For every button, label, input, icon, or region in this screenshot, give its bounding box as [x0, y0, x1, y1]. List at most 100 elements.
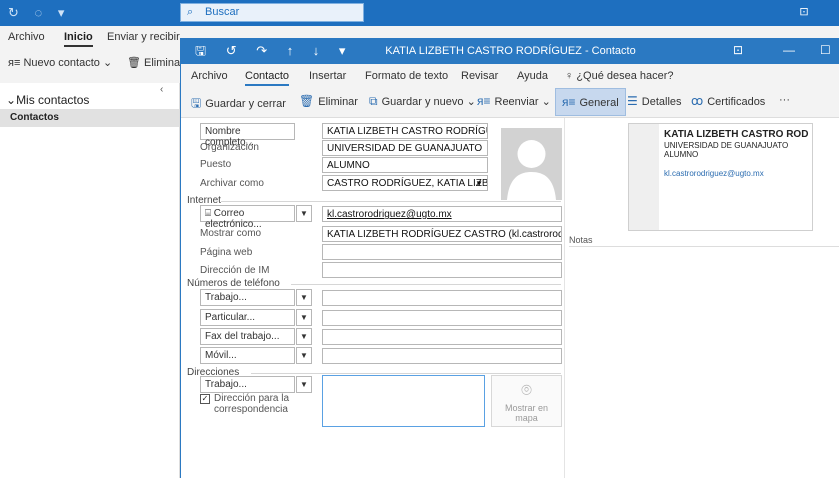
- phone-home-button[interactable]: Particular...: [200, 309, 295, 326]
- tab-contacto[interactable]: Contacto: [245, 70, 290, 86]
- file-as-dropdown[interactable]: CASTRO RODRÍGUEZ, KATIA LIZBETH▼: [322, 175, 488, 191]
- minimize-icon[interactable]: —: [783, 43, 795, 57]
- certificates-button[interactable]: ꝏ Certificados: [691, 94, 765, 108]
- details-icon: ☰: [627, 94, 638, 108]
- organization-field[interactable]: UNIVERSIDAD DE GUANAJUATO: [322, 140, 488, 156]
- job-title-field[interactable]: ALUMNO: [322, 157, 488, 173]
- phone-work-field[interactable]: [322, 290, 562, 306]
- ribbon-display-icon[interactable]: ⊡: [733, 43, 743, 57]
- lightbulb-icon: ♀: [565, 70, 577, 82]
- web-page-field[interactable]: [322, 244, 562, 260]
- certificate-icon: ꝏ: [691, 94, 704, 108]
- save-icon: 🖫: [191, 96, 202, 110]
- section-divider: [291, 284, 561, 285]
- more-commands-button[interactable]: ···: [779, 94, 790, 106]
- phone-home-dropdown[interactable]: ▼: [296, 309, 312, 326]
- window-ribbon-tabs: Archivo Contacto Insertar Formato de tex…: [181, 64, 839, 86]
- folder-header[interactable]: ⌄Mis contactos: [6, 93, 89, 107]
- folder-item-contactos[interactable]: Contactos: [0, 109, 179, 127]
- mailing-address-checkbox[interactable]: ✓: [200, 394, 210, 404]
- card-stripe: [629, 124, 659, 230]
- im-address-label: Dirección de IM: [200, 265, 270, 276]
- dropdown-arrow-icon: ▼: [300, 313, 308, 322]
- tab-archivo[interactable]: Archivo: [191, 70, 228, 82]
- chevron-down-icon: ⌄: [102, 57, 113, 69]
- file-as-label: Archivar como: [200, 178, 264, 189]
- tab-formato-texto[interactable]: Formato de texto: [365, 70, 448, 82]
- mailing-address-label: Dirección para la correspondencia: [214, 393, 290, 415]
- section-divider: [221, 201, 561, 202]
- tab-archivo[interactable]: Archivo: [8, 31, 45, 43]
- general-view-button[interactable]: ᴙ≡ General: [555, 88, 626, 116]
- search-box[interactable]: ⌕ Buscar: [180, 3, 364, 22]
- display-as-field[interactable]: KATIA LIZBETH RODRÍGUEZ CASTRO (kl.castr…: [322, 226, 562, 242]
- show-map-button[interactable]: ⌾ Mostrar en mapa: [491, 375, 562, 427]
- tell-me-search[interactable]: ♀ ¿Qué desea hacer?: [565, 70, 674, 82]
- dropdown-arrow-icon: ▼: [475, 179, 483, 188]
- card-email: kl.castrorodriguez@ugto.mx: [664, 169, 764, 178]
- delete-button-bg[interactable]: 🗑 Eliminar: [127, 56, 184, 69]
- contact-photo[interactable]: [501, 128, 562, 200]
- section-divider: [251, 373, 561, 374]
- notes-divider: [569, 246, 839, 247]
- email-type-dropdown[interactable]: ▼: [296, 205, 312, 222]
- general-icon: ᴙ≡: [562, 95, 576, 109]
- business-card[interactable]: KATIA LIZBETH CASTRO RODR... UNIVERSIDAD…: [628, 123, 813, 231]
- phone-mobile-dropdown[interactable]: ▼: [296, 347, 312, 364]
- contact-ribbon: 🖫 Guardar y cerrar 🗑 Eliminar ⧉ Guardar y n…: [181, 86, 839, 118]
- tab-revisar[interactable]: Revisar: [461, 70, 498, 82]
- dropdown-arrow-icon: ▼: [300, 209, 308, 218]
- delete-button[interactable]: 🗑 Eliminar: [299, 94, 358, 108]
- details-button[interactable]: ☰ Detalles: [627, 94, 682, 108]
- tab-enviar-recibir[interactable]: Enviar y recibir: [107, 31, 180, 43]
- trash-icon: 🗑: [299, 94, 315, 108]
- save-close-button[interactable]: 🖫 Guardar y cerrar: [191, 94, 286, 115]
- map-pin-icon: ⌾: [521, 380, 532, 400]
- window-titlebar: 🖫 ↺ ↷ ↑ ↓ ▾ KATIA LIZBETH CASTRO RODRÍGU…: [181, 38, 839, 64]
- tab-inicio[interactable]: Inicio: [64, 31, 93, 47]
- phone-fax-dropdown[interactable]: ▼: [296, 328, 312, 345]
- phone-fax-field[interactable]: [322, 329, 562, 345]
- contact-window: 🖫 ↺ ↷ ↑ ↓ ▾ KATIA LIZBETH CASTRO RODRÍGU…: [180, 38, 839, 478]
- card-name: KATIA LIZBETH CASTRO RODR...: [664, 129, 809, 140]
- save-new-button[interactable]: ⧉ Guardar y nuevo ⌄: [369, 94, 476, 109]
- tab-insertar[interactable]: Insertar: [309, 70, 346, 82]
- forward-button[interactable]: ᴙ≡ Reenviar ⌄: [477, 94, 551, 108]
- address-book-icon: ⌸: [205, 208, 214, 219]
- quick-access-icons[interactable]: ↻ ◌ ▾: [8, 5, 70, 21]
- chevron-down-icon: ⌄: [541, 96, 551, 108]
- phone-mobile-field[interactable]: [322, 348, 562, 364]
- restore-icon[interactable]: ⊡: [796, 5, 812, 19]
- full-name-button[interactable]: Nombre completo...: [200, 123, 295, 148]
- phone-mobile-button[interactable]: Móvil...: [200, 347, 295, 364]
- phone-work-dropdown[interactable]: ▼: [296, 289, 312, 306]
- dropdown-arrow-icon: ▼: [300, 332, 308, 341]
- email-button[interactable]: ⌸ Correo electrónico...: [200, 205, 295, 230]
- new-contact-button[interactable]: ᴙ≡ Nuevo contacto ⌄: [8, 56, 112, 69]
- dropdown-arrow-icon: ▼: [300, 351, 308, 360]
- phone-fax-button[interactable]: Fax del trabajo...: [200, 328, 295, 345]
- job-label: Puesto: [200, 159, 232, 170]
- search-icon: ⌕: [187, 6, 194, 18]
- phones-section-title: Números de teléfono: [187, 278, 280, 289]
- org-label: Organización: [200, 142, 259, 153]
- address-card-icon: ᴙ≡: [8, 57, 24, 69]
- maximize-icon[interactable]: ☐: [820, 43, 831, 57]
- display-as-label: Mostrar como: [200, 228, 262, 239]
- full-name-field[interactable]: KATIA LIZBETH CASTRO RODRÍGUEZ: [322, 123, 488, 139]
- phone-work-button[interactable]: Trabajo...: [200, 289, 295, 306]
- dropdown-arrow-icon: ▼: [300, 380, 308, 389]
- collapse-pane-icon[interactable]: ‹: [160, 84, 163, 95]
- folder-pane: ⌄Mis contactos Contactos: [0, 83, 180, 478]
- address-textbox[interactable]: [322, 375, 485, 427]
- checkmark-icon: ✓: [201, 394, 209, 403]
- address-type-dropdown[interactable]: ▼: [296, 376, 312, 393]
- tab-ayuda[interactable]: Ayuda: [517, 70, 548, 82]
- card-organization: UNIVERSIDAD DE GUANAJUATO: [664, 141, 789, 150]
- email-field[interactable]: kl.castrorodriguez@ugto.mx: [322, 206, 562, 222]
- phone-home-field[interactable]: [322, 310, 562, 326]
- dropdown-arrow-icon: ▼: [300, 293, 308, 302]
- address-type-button[interactable]: Trabajo...: [200, 376, 295, 393]
- person-silhouette-icon: [507, 140, 556, 200]
- im-address-field[interactable]: [322, 262, 562, 278]
